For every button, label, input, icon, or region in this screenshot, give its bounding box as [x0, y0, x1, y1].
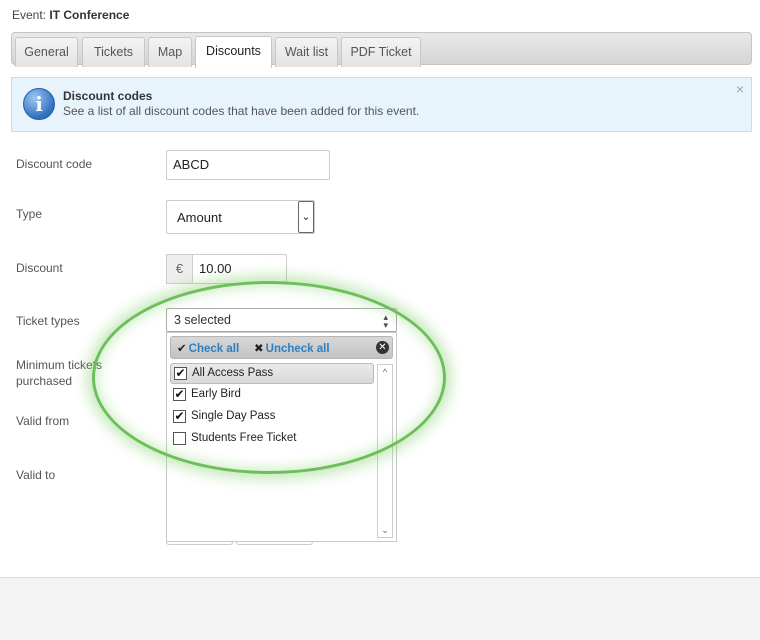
check-all-link[interactable]: ✔ Check all [177, 341, 239, 355]
option-label: Early Bird [191, 388, 241, 400]
close-icon[interactable]: × [736, 81, 744, 97]
event-prefix: Event: [12, 8, 47, 22]
min-tickets-label-line2: purchased [16, 374, 73, 388]
discount-code-input[interactable]: ABCD [166, 150, 330, 180]
tab-wait-list[interactable]: Wait list [275, 37, 338, 67]
ticket-types-dropdown: ✔ Check all ✖ Uncheck all ✕ ✔ All Access P… [166, 332, 397, 542]
uncheck-all-label: Uncheck all [265, 343, 330, 355]
tab-discounts[interactable]: Discounts [195, 36, 272, 68]
type-select-value: Amount [177, 210, 222, 225]
type-label: Type [16, 207, 43, 221]
checkbox-checked[interactable]: ✔ [173, 410, 186, 423]
discount-label: Discount [16, 261, 63, 275]
valid-from-label: Valid from [16, 414, 70, 428]
option-label: Students Free Ticket [191, 432, 297, 444]
tab-tickets[interactable]: Tickets [82, 37, 145, 67]
option-label: All Access Pass [192, 367, 274, 379]
event-title: Event: IT Conference [12, 8, 129, 22]
check-icon: ✔ [177, 343, 187, 355]
info-text: See a list of all discount codes that ha… [63, 104, 420, 118]
event-name: IT Conference [49, 8, 130, 22]
page-content: Event: IT Conference General Tickets Map… [0, 0, 760, 578]
valid-to-label: Valid to [16, 468, 56, 482]
tab-map[interactable]: Map [148, 37, 192, 67]
discount-input[interactable]: 10.00 [192, 254, 287, 284]
checkbox-checked[interactable]: ✔ [173, 388, 186, 401]
scroll-down-icon[interactable]: ⌄ [378, 523, 392, 537]
close-circle-icon[interactable]: ✕ [376, 341, 389, 354]
scroll-up-icon[interactable]: ^ [378, 365, 392, 379]
min-tickets-label-line1: Minimum tickets [16, 358, 103, 372]
tab-pdf-ticket[interactable]: PDF Ticket [341, 37, 421, 67]
type-select[interactable]: Amount ⌄ [166, 200, 315, 234]
info-title: Discount codes [63, 89, 153, 103]
option-students-free-ticket[interactable]: Students Free Ticket [170, 429, 374, 450]
sort-caret-icon: ▴ ▾ [383, 312, 388, 330]
info-message: i Discount codes See a list of all disco… [11, 77, 752, 132]
chevron-down-icon: ⌄ [298, 201, 314, 233]
ticket-types-multiselect[interactable]: 3 selected ▴ ▾ [166, 308, 397, 332]
scrollbar[interactable]: ^ ⌄ [377, 364, 393, 538]
uncheck-all-link[interactable]: ✖ Uncheck all [254, 341, 330, 355]
ticket-types-selected-count: 3 selected [174, 313, 231, 327]
option-all-access-pass[interactable]: ✔ All Access Pass [170, 363, 374, 384]
check-all-label: Check all [188, 343, 240, 355]
min-tickets-label: Minimum tickets purchased [16, 357, 102, 389]
option-single-day-pass[interactable]: ✔ Single Day Pass [170, 407, 374, 428]
checkbox-checked[interactable]: ✔ [174, 367, 187, 380]
currency-addon: € [166, 254, 192, 284]
discount-code-label: Discount code [16, 157, 93, 171]
multiselect-header: ✔ Check all ✖ Uncheck all ✕ [170, 336, 393, 359]
ticket-types-label: Ticket types [16, 314, 80, 328]
tab-general[interactable]: General [15, 37, 78, 67]
cross-icon: ✖ [254, 343, 264, 355]
checkbox-unchecked[interactable] [173, 432, 186, 445]
info-icon: i [23, 88, 55, 120]
option-label: Single Day Pass [191, 410, 276, 422]
option-early-bird[interactable]: ✔ Early Bird [170, 385, 374, 406]
tab-bar: General Tickets Map Discounts Wait list … [11, 32, 752, 68]
